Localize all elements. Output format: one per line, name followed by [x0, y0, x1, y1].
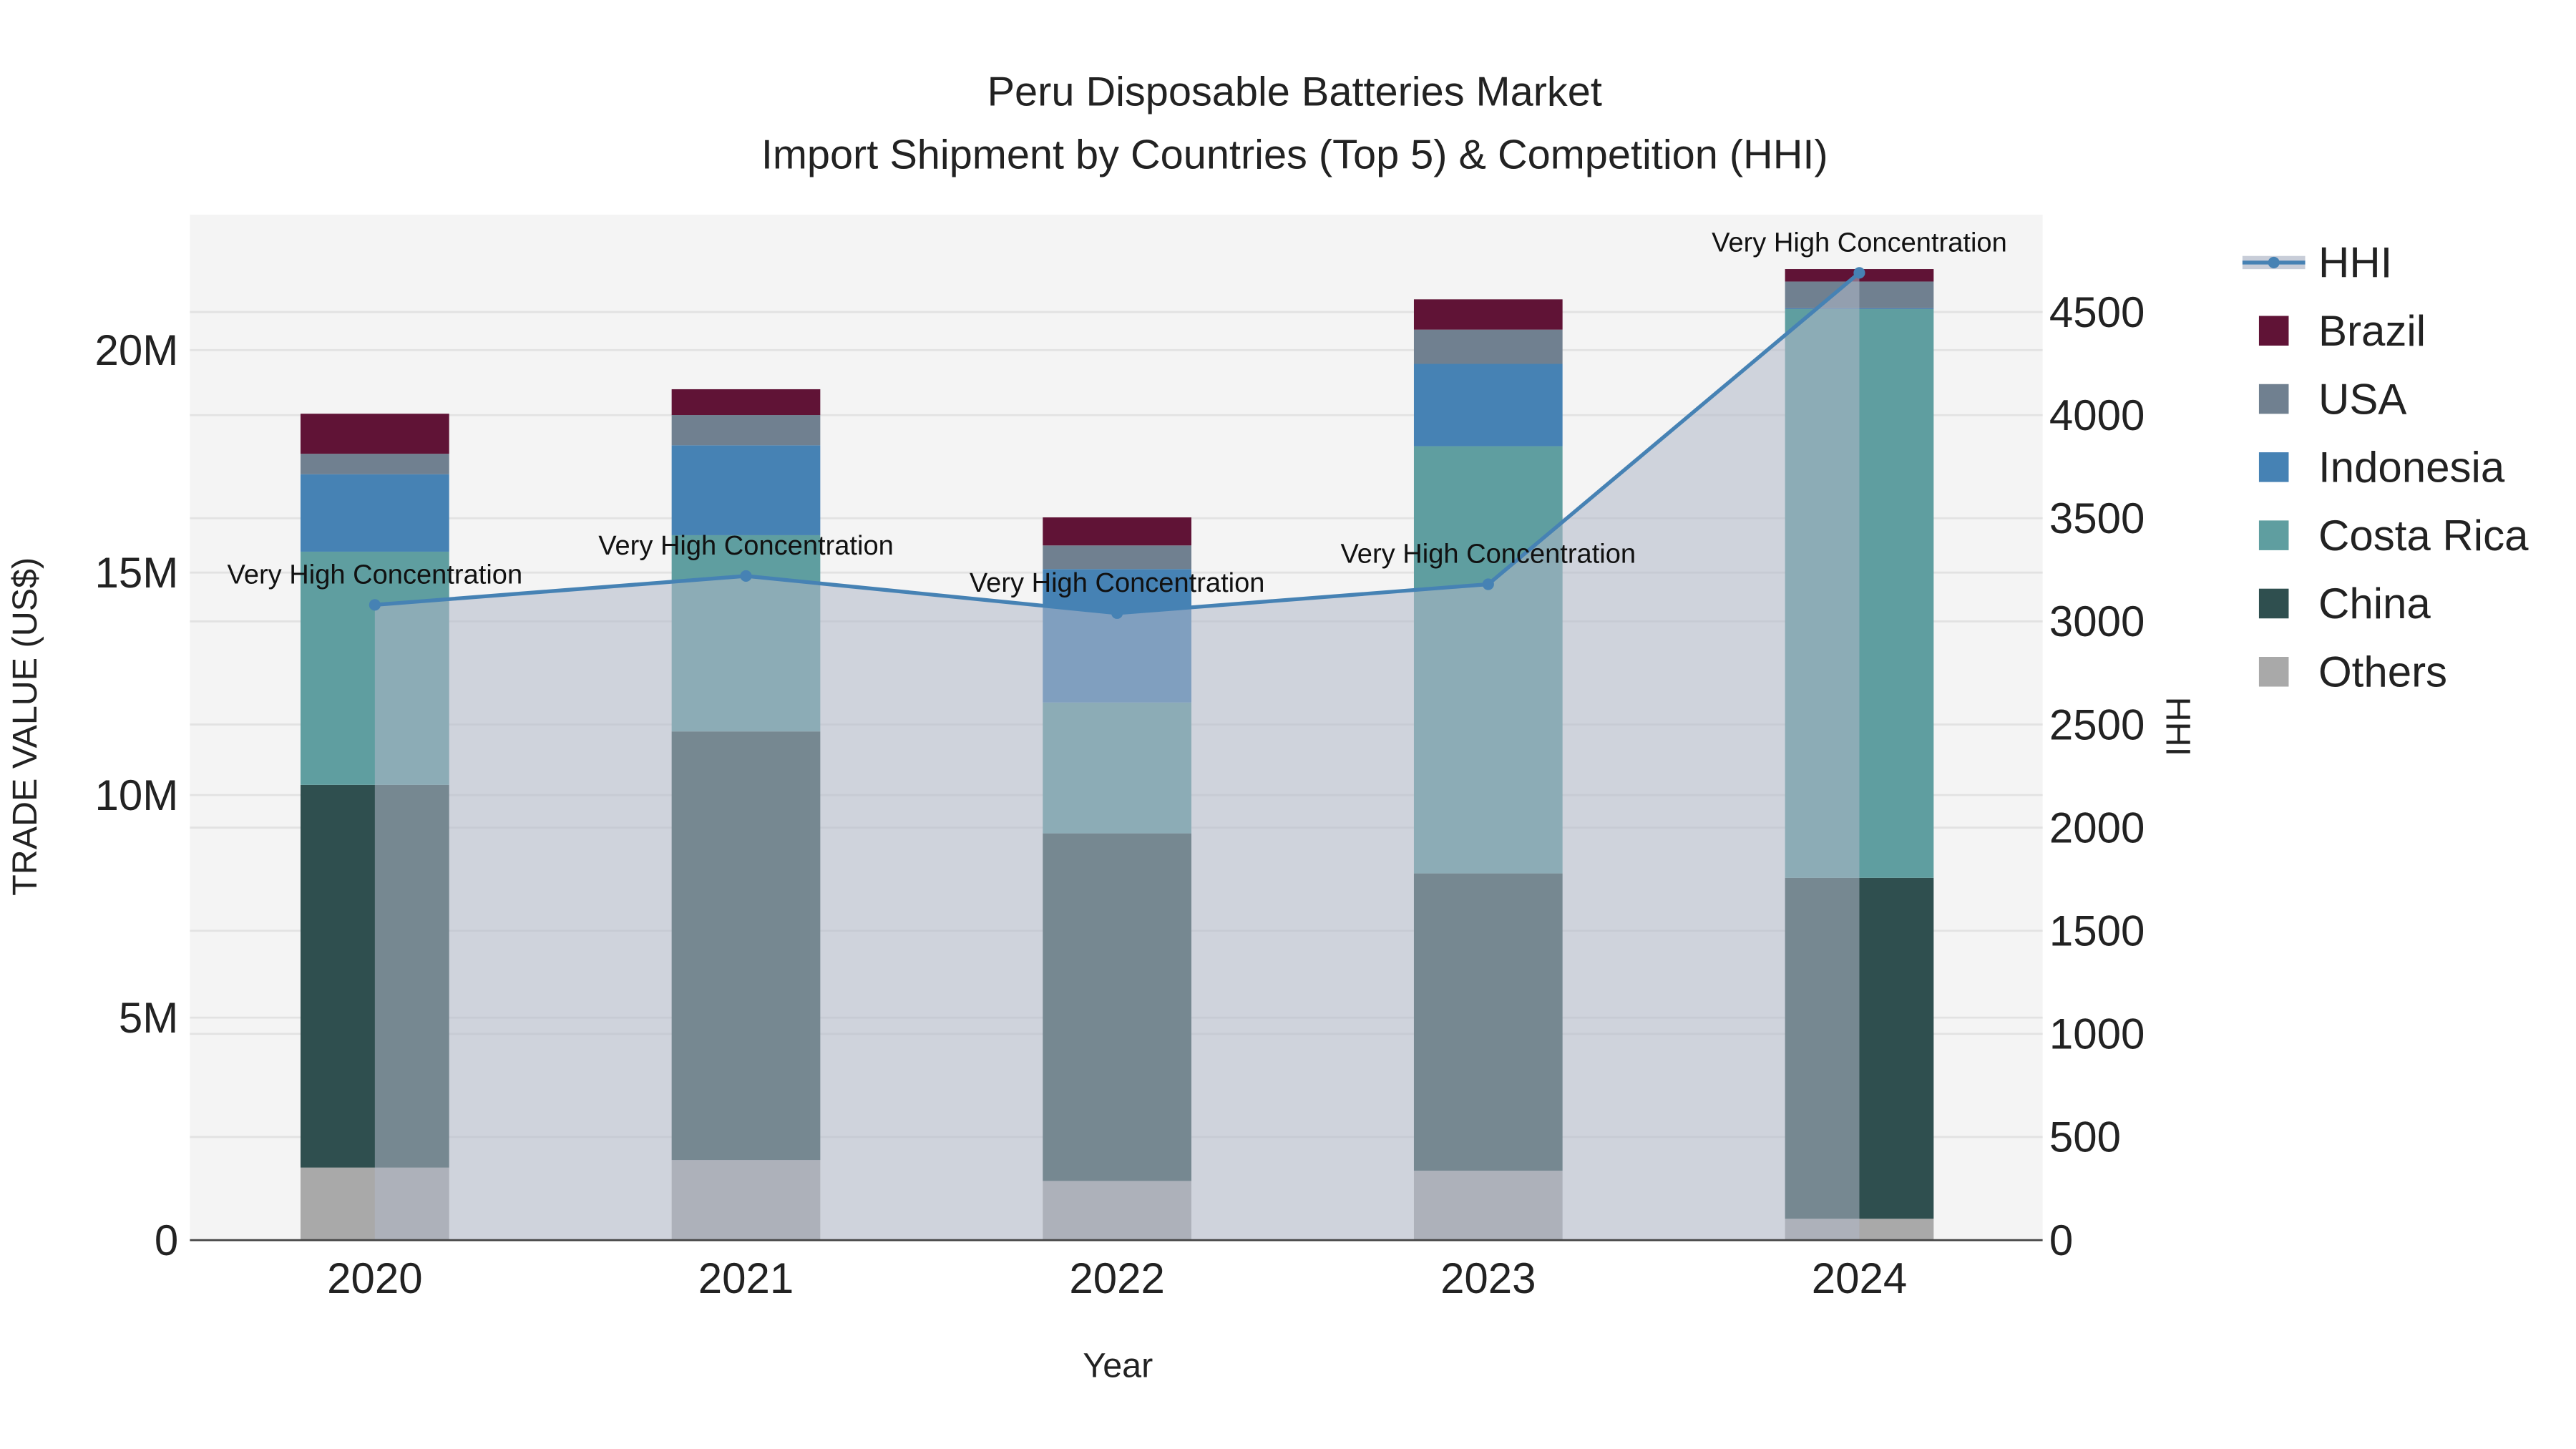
legend-label: Indonesia [2318, 444, 2505, 492]
y2-tick-label: 0 [2049, 1216, 2073, 1264]
legend-label: Brazil [2318, 307, 2426, 355]
hhi-point [1853, 267, 1865, 279]
x-tick-label: 2021 [698, 1254, 794, 1302]
bar-brazil [1043, 517, 1191, 546]
bar-brazil [301, 414, 449, 454]
y-tick-label: 5M [119, 994, 178, 1042]
y2-tick-label: 1500 [2049, 907, 2145, 955]
y2-tick-label: 3500 [2049, 494, 2145, 542]
legend-swatch-brazil [2258, 316, 2289, 346]
x-tick-label: 2020 [327, 1254, 422, 1302]
x-tick-label: 2024 [1812, 1254, 1907, 1302]
legend-label: Costa Rica [2318, 512, 2529, 560]
y-tick-label: 20M [95, 326, 179, 374]
y2-tick-label: 2000 [2049, 804, 2145, 852]
legend-label: HHI [2318, 239, 2392, 287]
legend-label: China [2318, 580, 2431, 628]
y2-tick-label: 4000 [2049, 391, 2145, 439]
y2-tick-label: 1000 [2049, 1010, 2145, 1058]
hhi-annotation: Very High Concentration [970, 568, 1265, 598]
y2-tick-label: 4500 [2049, 288, 2145, 336]
bar-indonesia [671, 445, 821, 535]
bar-usa [1413, 329, 1563, 364]
hhi-annotation: Very High Concentration [1712, 228, 2007, 258]
legend-hhi-marker [2268, 256, 2280, 268]
y2-tick-label: 3000 [2049, 597, 2145, 645]
y-tick-label: 10M [95, 771, 179, 819]
hhi-point [740, 570, 752, 582]
legend-swatch-costa-rica [2258, 520, 2289, 550]
x-tick-label: 2023 [1440, 1254, 1536, 1302]
bar-brazil [1413, 299, 1563, 330]
hhi-point [369, 599, 381, 611]
hhi-point [1482, 578, 1494, 590]
bar-indonesia [1413, 364, 1563, 447]
x-axis-title: Year [1083, 1347, 1153, 1385]
y-tick-label: 15M [95, 549, 179, 597]
y2-tick-label: 2500 [2049, 701, 2145, 748]
hhi-annotation: Very High Concentration [1341, 540, 1636, 570]
bar-usa [1043, 545, 1191, 570]
bar-usa [301, 454, 449, 474]
y-axis-title: TRADE VALUE (US$) [6, 557, 44, 896]
y2-axis-title: HHI [2159, 697, 2197, 756]
hhi-point [1111, 607, 1123, 619]
legend-swatch-indonesia [2258, 452, 2289, 482]
chart-title: Peru Disposable Batteries Market [987, 69, 1602, 115]
bar-brazil [671, 389, 821, 416]
y-tick-label: 0 [155, 1216, 178, 1264]
chart: Very High Concentration Very High Concent… [0, 0, 2576, 1449]
bar-usa [671, 415, 821, 446]
legend-label: USA [2318, 375, 2406, 423]
legend-swatch-others [2258, 657, 2289, 687]
chart-subtitle: Import Shipment by Countries (Top 5) & C… [761, 132, 1828, 177]
hhi-annotation: Very High Concentration [228, 560, 523, 590]
legend-label: Others [2318, 648, 2447, 696]
hhi-annotation: Very High Concentration [598, 531, 894, 561]
x-tick-label: 2022 [1069, 1254, 1164, 1302]
bar-indonesia [301, 474, 449, 552]
legend-swatch-usa [2258, 384, 2289, 414]
y2-tick-label: 500 [2049, 1113, 2121, 1161]
legend-swatch-china [2258, 588, 2289, 619]
